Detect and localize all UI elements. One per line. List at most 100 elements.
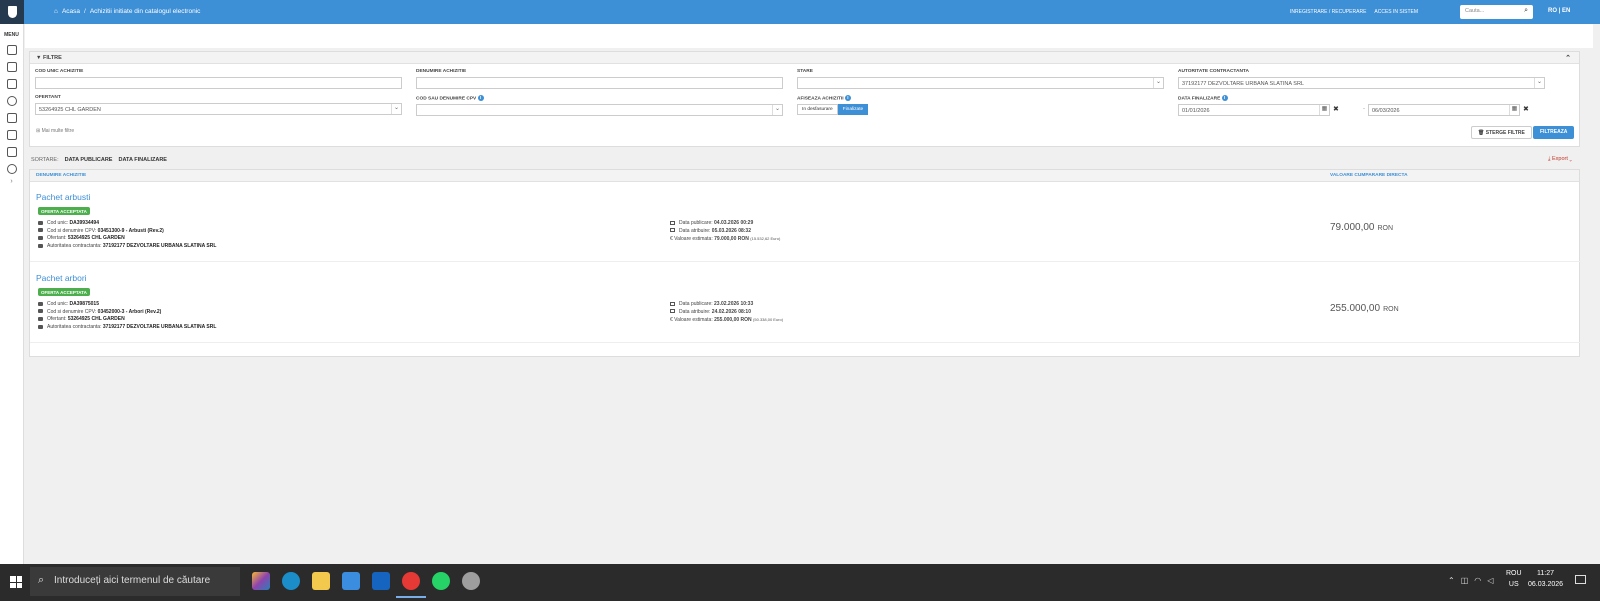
toggle-in-desfasurare[interactable]: In desfasurare xyxy=(797,104,838,116)
calendar-icon[interactable]: ▦ xyxy=(1319,105,1329,116)
ofertant-value: 53264925 CHL GARDEN xyxy=(67,235,125,242)
chat-icon[interactable] xyxy=(6,164,17,174)
cod-unic-value: DA39934494 xyxy=(69,220,99,226)
result-dates: Data publicare: 23.02.2026 10:33 Data at… xyxy=(670,301,783,325)
network-icon[interactable]: ◫ xyxy=(1461,576,1469,585)
cpv-label: Cod si denumire CPV: xyxy=(47,227,97,234)
autoritate-select[interactable]: 37192177 DEZVOLTARE URBANA SLATINA SRL ⌄ xyxy=(1178,77,1545,89)
info-icon[interactable]: i xyxy=(477,95,484,101)
home-icon[interactable]: ⌂ xyxy=(54,8,58,15)
filters-title: FILTRE xyxy=(42,55,62,61)
chrome-icon[interactable] xyxy=(396,572,426,598)
clock[interactable]: 11:27 06.03.2026 xyxy=(1528,568,1563,590)
language-top: ROU xyxy=(1506,570,1522,577)
column-denumire[interactable]: DENUMIRE ACHIZITIE xyxy=(36,173,86,178)
chevron-down-icon[interactable]: ⌄ xyxy=(1153,78,1163,88)
search-icon[interactable]: ⌕ xyxy=(1524,7,1528,15)
clear-filters-button[interactable]: 🗑 STERGE FILTRE xyxy=(1471,126,1532,139)
contact-card-icon[interactable] xyxy=(6,130,17,140)
chevron-right-icon[interactable]: › xyxy=(0,178,23,185)
clear-filters-label: STERGE FILTRE xyxy=(1485,130,1525,136)
list-icon[interactable] xyxy=(6,62,17,72)
clear-date-to-icon[interactable]: ✖ xyxy=(1523,105,1529,113)
page-scrollbar[interactable] xyxy=(1593,24,1600,564)
sort-data-publicare[interactable]: DATA PUBLICARE xyxy=(65,157,113,163)
language-switch[interactable]: RO | EN xyxy=(1548,8,1570,14)
cod-unic-input[interactable] xyxy=(35,77,402,89)
institution-icon xyxy=(38,324,43,329)
date-from-input[interactable]: 01/01/2026 ▦ xyxy=(1178,104,1330,117)
info-icon[interactable]: i xyxy=(844,95,851,101)
denumire-input[interactable] xyxy=(416,77,783,89)
copilot-icon[interactable] xyxy=(252,572,270,590)
valoare-value: 255.000,00 xyxy=(714,317,740,324)
toggle-finalizate[interactable]: Finalizate xyxy=(837,104,869,116)
building-icon xyxy=(38,317,43,322)
result-dates: Data publicare: 04.03.2026 00:29 Data at… xyxy=(670,220,780,244)
result-title-link[interactable]: Pachet arbusti xyxy=(36,192,90,202)
sort-label: SORTARE: xyxy=(31,157,59,163)
chevron-down-icon[interactable]: ⌄ xyxy=(772,105,782,116)
plus-box-icon: ⊞ xyxy=(36,128,41,134)
sitemap-icon xyxy=(38,228,43,233)
menu-toggle[interactable]: MENU xyxy=(0,32,23,38)
site-logo[interactable] xyxy=(0,0,24,24)
institution-icon xyxy=(38,243,43,248)
chevron-down-icon[interactable]: ⌄ xyxy=(1534,78,1544,88)
settings-app-icon[interactable] xyxy=(462,572,480,590)
microsoft-store-icon[interactable] xyxy=(342,572,360,590)
file-explorer-icon[interactable] xyxy=(312,572,330,590)
wifi-icon[interactable]: ◠ xyxy=(1474,576,1481,585)
valoare-euro: (15.532,62 Euro) xyxy=(750,236,781,242)
export-button[interactable]: ⤓ Export ⌄ xyxy=(1548,156,1572,163)
autoritate-field: AUTORITATE CONTRACTANTA 37192177 DEZVOLT… xyxy=(1178,69,1545,89)
whatsapp-icon[interactable] xyxy=(432,572,450,590)
clear-date-from-icon[interactable]: ✖ xyxy=(1333,105,1339,113)
filters-header[interactable]: ▼ FILTRE ⌃ xyxy=(30,52,1579,64)
data-publicare-label: Data publicare: xyxy=(679,220,713,226)
outlook-icon[interactable] xyxy=(372,572,390,590)
cod-unic-label: Cod unic: xyxy=(47,301,69,307)
detail-autoritate: Autoritatea contractanta: 37192177 DEZVO… xyxy=(38,243,216,251)
access-link[interactable]: ACCES IN SISTEM xyxy=(1374,9,1418,15)
result-row: Pachet arbori OFERTA ACCEPTATA Cod unic:… xyxy=(30,263,1581,343)
breadcrumb: ⌂ Acasa / Achizitii initiate din catalog… xyxy=(54,8,200,15)
autoritate-label: Autoritatea contractanta: xyxy=(47,243,102,250)
taskbar-search-input[interactable]: ⌕ Introduceți aici termenul de căutare xyxy=(30,567,240,596)
date-to-input[interactable]: 06/03/2026 ▦ xyxy=(1368,104,1520,117)
breadcrumb-home[interactable]: Acasa xyxy=(62,8,80,15)
column-valoare[interactable]: VALOARE CUMPARARE DIRECTA xyxy=(1330,173,1408,178)
chevron-up-icon[interactable]: ⌃ xyxy=(1448,576,1455,585)
stare-select[interactable]: ⌄ xyxy=(797,77,1164,89)
table-icon[interactable] xyxy=(6,147,17,157)
collapse-icon[interactable]: ⌃ xyxy=(1565,54,1571,62)
catalog-icon[interactable] xyxy=(6,79,17,89)
register-link[interactable]: INREGISTRARE / RECUPERARE xyxy=(1290,9,1366,15)
notification-icon[interactable] xyxy=(1575,575,1586,584)
help-icon[interactable] xyxy=(6,96,17,106)
result-details: Cod unic: DA39934494 Cod si denumire CPV… xyxy=(38,220,216,251)
tools-icon[interactable] xyxy=(6,113,17,123)
detail-data-atribuire: Data atribuire: 05.03.2026 08:32 xyxy=(670,228,780,236)
windows-start-icon[interactable] xyxy=(10,576,22,588)
chevron-down-icon[interactable]: ⌄ xyxy=(391,104,401,114)
ofertant-select[interactable]: 53264925 CHL GARDEN ⌄ xyxy=(35,103,402,115)
cpv-label-row: COD SAU DENUMIRE CPV i xyxy=(416,95,783,101)
apply-filters-button[interactable]: FILTREAZA xyxy=(1533,126,1575,139)
search-input[interactable]: Cauta... ⌕ xyxy=(1460,5,1533,19)
result-title-link[interactable]: Pachet arbori xyxy=(36,273,87,283)
search-placeholder: Cauta... xyxy=(1465,8,1485,14)
calendar-icon xyxy=(670,309,675,314)
document-icon[interactable] xyxy=(6,45,17,55)
sort-bar: SORTARE: DATA PUBLICARE DATA FINALIZARE xyxy=(31,157,167,163)
cpv-select[interactable]: ⌄ xyxy=(416,104,783,117)
input-language[interactable]: ROU US xyxy=(1506,568,1522,590)
info-icon[interactable]: i xyxy=(1221,95,1228,101)
edge-icon[interactable] xyxy=(282,572,300,590)
calendar-icon[interactable]: ▦ xyxy=(1509,105,1519,116)
more-filters-link[interactable]: ⊞ Mai multe filtre xyxy=(36,128,74,134)
detail-cod-unic: Cod unic: DA39875015 xyxy=(38,301,216,309)
sort-data-finalizare[interactable]: DATA FINALIZARE xyxy=(118,157,166,163)
volume-icon[interactable]: ◁ xyxy=(1487,576,1493,585)
building-icon xyxy=(38,236,43,241)
